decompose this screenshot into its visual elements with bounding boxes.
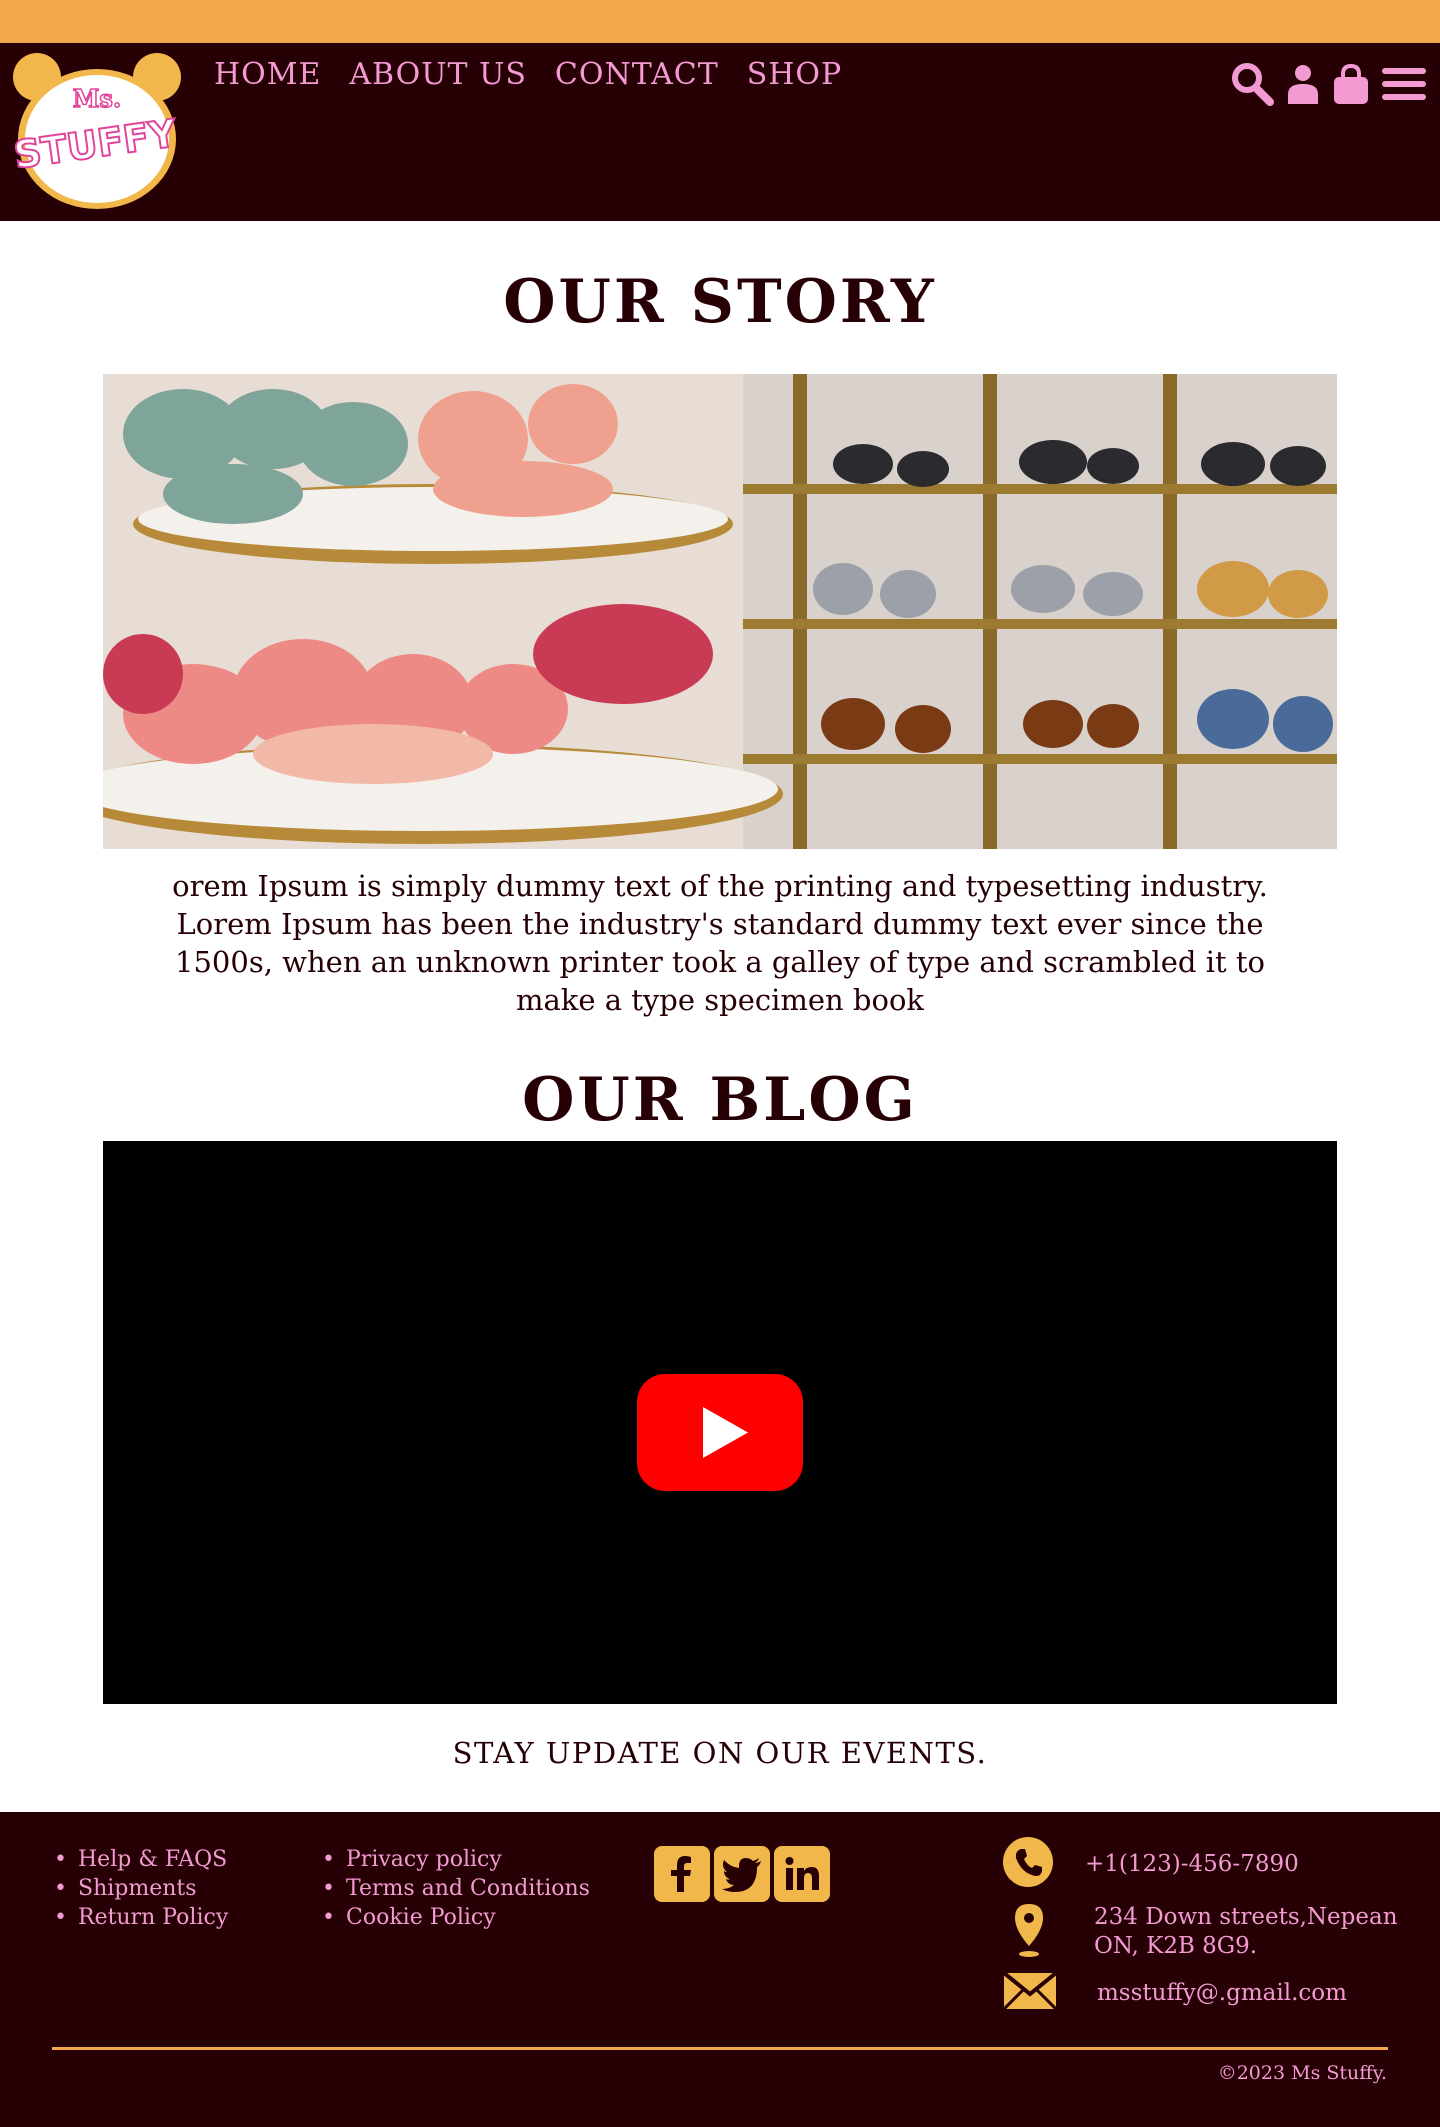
footer-links-help: Help & FAQS Shipments Return Policy (54, 1845, 228, 1932)
youtube-play-icon[interactable] (637, 1374, 803, 1491)
footer-link-item: Terms and Conditions (322, 1874, 590, 1903)
footer-link-item: Cookie Policy (322, 1903, 590, 1932)
footer-link-item: Return Policy (54, 1903, 228, 1932)
footer-address: 234 Down streets,Nepean ON, K2B 8G9. (1012, 1902, 1398, 1962)
site-footer: Help & FAQS Shipments Return Policy Priv… (0, 1812, 1440, 2127)
address-line-1: 234 Down streets,Nepean (1094, 1904, 1398, 1930)
header-icons (1230, 61, 1426, 111)
linkedin-icon[interactable] (774, 1846, 830, 1902)
mail-icon (1002, 1971, 1058, 2014)
phone-number[interactable]: +1(123)-456-7890 (1085, 1850, 1299, 1879)
footer-link-item: Help & FAQS (54, 1845, 228, 1874)
teddy-bear-logo-icon: Ms. STUFFY (10, 53, 181, 209)
twitter-icon[interactable] (714, 1846, 770, 1902)
nav-shop[interactable]: SHOP (747, 57, 843, 92)
story-image (103, 374, 1337, 849)
blog-title: OUR BLOG (522, 1065, 918, 1135)
location-pin-icon (1012, 1902, 1046, 1962)
cookie-policy-link[interactable]: Cookie Policy (346, 1905, 496, 1930)
main-nav: HOME ABOUT US CONTACT SHOP (214, 57, 842, 92)
search-icon[interactable] (1230, 61, 1274, 111)
phone-icon (1002, 1836, 1054, 1892)
address-line-2: ON, K2B 8G9. (1094, 1933, 1258, 1959)
social-links (654, 1846, 830, 1902)
footer-links-legal: Privacy policy Terms and Conditions Cook… (322, 1845, 590, 1932)
footer-divider (52, 2047, 1388, 2050)
privacy-policy-link[interactable]: Privacy policy (346, 1847, 502, 1872)
blog-video-embed[interactable] (103, 1141, 1337, 1704)
footer-email: msstuffy@.gmail.com (1002, 1971, 1347, 2014)
site-header: Ms. STUFFY HOME ABOUT US CONTACT SHOP (0, 43, 1440, 221)
footer-link-item: Shipments (54, 1874, 228, 1903)
email-address[interactable]: msstuffy@.gmail.com (1097, 1979, 1347, 2008)
shipments-link[interactable]: Shipments (78, 1876, 197, 1901)
top-accent-strip (0, 0, 1440, 43)
shopping-bag-icon[interactable] (1332, 63, 1370, 108)
copyright-text: ©2023 Ms Stuffy. (1217, 2062, 1387, 2084)
story-paragraph: orem Ipsum is simply dummy text of the p… (172, 869, 1268, 1017)
svg-text:Ms.: Ms. (73, 84, 121, 113)
menu-icon[interactable] (1382, 65, 1426, 107)
help-faqs-link[interactable]: Help & FAQS (78, 1847, 227, 1872)
site-logo[interactable]: Ms. STUFFY (10, 49, 181, 209)
events-heading: STAY UPDATE ON OUR EVENTS. (452, 1736, 988, 1770)
nav-about-us[interactable]: ABOUT US (349, 57, 527, 92)
return-policy-link[interactable]: Return Policy (78, 1905, 228, 1930)
story-title: OUR STORY (503, 267, 937, 337)
nav-contact[interactable]: CONTACT (555, 57, 719, 92)
nav-home[interactable]: HOME (214, 57, 321, 92)
footer-phone: +1(123)-456-7890 (1002, 1836, 1299, 1892)
footer-link-item: Privacy policy (322, 1845, 590, 1874)
facebook-icon[interactable] (654, 1846, 710, 1902)
user-icon[interactable] (1286, 64, 1320, 108)
address-text: 234 Down streets,Nepean ON, K2B 8G9. (1094, 1903, 1398, 1961)
terms-conditions-link[interactable]: Terms and Conditions (346, 1876, 590, 1901)
